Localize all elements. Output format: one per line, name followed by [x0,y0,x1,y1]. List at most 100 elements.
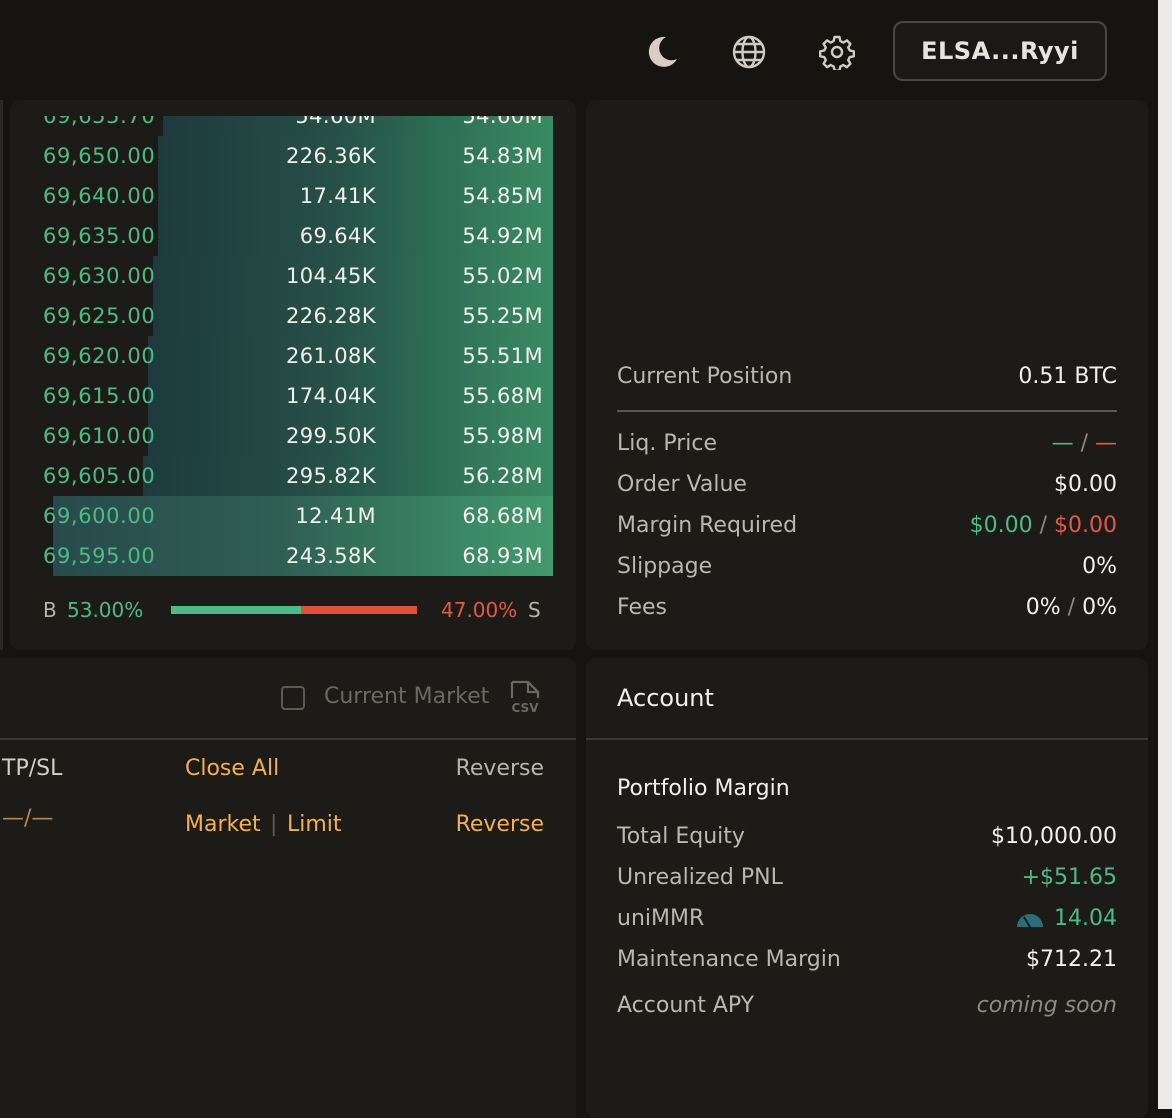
unimmr-row: uniMMR 14.04 [617,906,1117,940]
orderbook-price: 69,625.00 [43,304,156,328]
gauge-icon [1017,914,1044,927]
orderbook-size: 54.60M [295,116,376,128]
unrealized-pnl-value: +$51.65 [1021,865,1117,890]
gear-icon[interactable] [817,32,857,72]
orderbook-size: 17.41K [299,184,376,208]
orderbook-total: 55.68M [462,384,543,408]
orderbook-size: 243.58K [285,544,376,568]
unimmr-label: uniMMR [617,906,705,931]
maintenance-margin-value: $712.21 [1026,947,1117,972]
current-market-checkbox[interactable] [281,686,305,710]
account-apy-label: Account APY [617,993,755,1018]
orderbook-price: 69,610.00 [43,424,156,448]
orderbook-row[interactable]: 69,635.00 69.64K 54.92M [10,216,576,256]
orderbook-total: 54.83M [462,144,543,168]
liq-price-value: — / — [1052,431,1117,456]
account-title: Account [617,684,714,712]
portfolio-margin-label: Portfolio Margin [617,776,790,801]
reverse-position-button[interactable]: Reverse [456,812,544,837]
order-value-label: Order Value [617,472,747,497]
orderbook-panel: 69,655.70 54.60M 54.60M 69,650.00 226.36K 54.… [10,100,576,650]
total-equity-value: $10,000.00 [991,824,1117,849]
orderbook-row[interactable]: 69,615.00 174.04K 55.68M [10,376,576,416]
liq-price-short: — [1095,431,1117,456]
row-tpsl-value[interactable]: —/— [2,806,53,831]
close-market-button[interactable]: Market [185,812,261,837]
orderbook-row[interactable]: 69,640.00 17.41K 54.85M [10,176,576,216]
orderbook-row[interactable]: 69,625.00 226.28K 55.25M [10,296,576,336]
margin-required-row: Margin Required $0.00 / $0.00 [617,513,1117,547]
orderbook-row[interactable]: 69,655.70 54.60M 54.60M [10,116,576,136]
ratio-bar-buy-fill [171,606,302,614]
current-position-label: Current Position [617,364,793,389]
unrealized-pnl-label: Unrealized PNL [617,865,783,890]
panel-edge [0,100,3,650]
orderbook-row[interactable]: 69,610.00 299.50K 55.98M [10,416,576,456]
unimmr-value-wrap: 14.04 [1016,906,1117,931]
orderbook-rows: 69,655.70 54.60M 54.60M 69,650.00 226.36K 54.… [10,116,576,578]
orderbook-price: 69,640.00 [43,184,156,208]
orderbook-price: 69,605.00 [43,464,156,488]
orderbook-total: 55.02M [462,264,543,288]
fees-taker: 0% [1082,595,1117,620]
top-header: ELSA...Ryyi [0,0,1158,108]
wallet-button[interactable]: ELSA...Ryyi [893,21,1107,81]
moon-icon[interactable] [641,32,681,72]
liq-price-long: — [1051,431,1074,456]
margin-required-short: $0.00 [1054,513,1117,538]
current-position-value: 0.51 BTC [1018,364,1117,389]
window-scrollbar[interactable] [1158,0,1172,1109]
orderbook-total: 55.25M [462,304,543,328]
fees-maker: 0% [1025,595,1061,620]
orderbook-row[interactable]: 69,605.00 295.82K 56.28M [10,456,576,496]
orderbook-size: 69.64K [299,224,376,248]
orderbook-total: 54.60M [462,116,543,128]
positions-panel: Current Market CSV TP/SL Close All Rever… [0,658,576,1118]
orderbook-total: 55.98M [462,424,543,448]
order-value: $0.00 [1054,472,1117,497]
orderbook-size: 295.82K [285,464,376,488]
liq-price-separator: / [1080,431,1088,456]
order-summary-panel: Current Position 0.51 BTC Liq. Price — /… [586,100,1148,650]
csv-export-icon[interactable]: CSV [508,680,542,720]
slippage-value: 0% [1082,554,1117,579]
unimmr-value: 14.04 [1054,906,1117,931]
orderbook-row[interactable]: 69,600.00 12.41M 68.68M [10,496,576,536]
orderbook-total: 55.51M [462,344,543,368]
orderbook-size: 104.45K [285,264,376,288]
summary-divider [617,410,1117,412]
globe-icon[interactable] [729,32,769,72]
orderbook-size: 226.28K [285,304,376,328]
orderbook-row[interactable]: 69,630.00 104.45K 55.02M [10,256,576,296]
orderbook-size: 299.50K [285,424,376,448]
current-position-row: Current Position 0.51 BTC [617,364,1117,398]
fees-value: 0% / 0% [1026,595,1117,620]
orderbook-row[interactable]: 69,595.00 243.58K 68.93M [10,536,576,576]
slippage-label: Slippage [617,554,713,579]
close-all-button[interactable]: Close All [185,756,279,781]
orderbook-price: 69,620.00 [43,344,156,368]
fees-row: Fees 0% / 0% [617,595,1117,629]
liq-price-row: Liq. Price — / — [617,431,1117,465]
margin-required-value: $0.00 / $0.00 [970,513,1117,538]
orderbook-price: 69,630.00 [43,264,156,288]
orderbook-row[interactable]: 69,620.00 261.08K 55.51M [10,336,576,376]
ratio-bar [171,606,417,614]
sell-percentage: 47.00% [441,598,518,622]
account-apy-value: coming soon [976,993,1117,1018]
orderbook-price: 69,600.00 [43,504,156,528]
close-limit-button[interactable]: Limit [287,812,342,837]
current-market-label: Current Market [324,684,490,709]
orderbook-total: 68.93M [462,544,543,568]
csv-label: CSV [512,701,540,715]
buy-sell-ratio: B 53.00% 47.00% S [10,592,576,628]
liq-price-label: Liq. Price [617,431,717,456]
unrealized-pnl-row: Unrealized PNL +$51.65 [617,865,1117,899]
order-value-row: Order Value $0.00 [617,472,1117,506]
orderbook-size: 261.08K [285,344,376,368]
sell-label: S [528,598,541,622]
orderbook-row[interactable]: 69,650.00 226.36K 54.83M [10,136,576,176]
margin-required-label: Margin Required [617,513,798,538]
account-divider [586,738,1148,740]
orderbook-total: 54.85M [462,184,543,208]
